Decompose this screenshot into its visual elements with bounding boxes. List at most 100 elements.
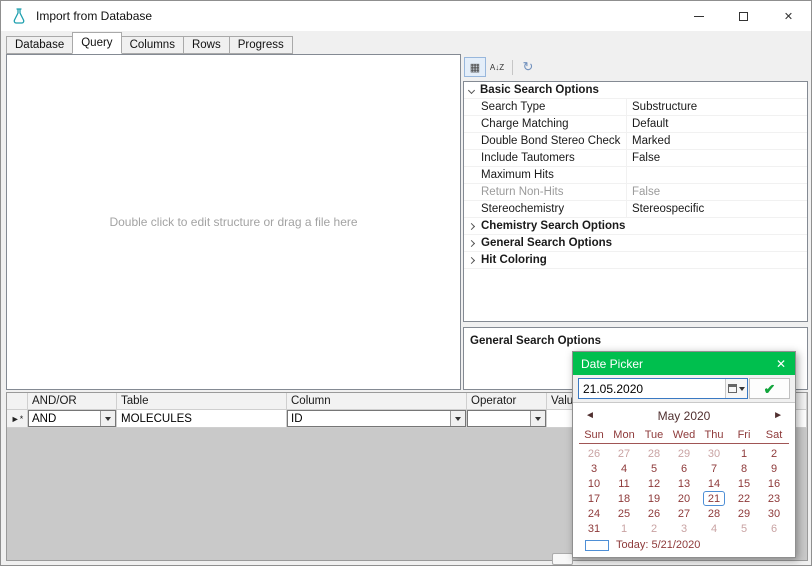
calendar-day[interactable]: 2	[759, 446, 789, 461]
dropdown-arrow-icon[interactable]	[450, 411, 465, 426]
property-value[interactable]: Marked	[627, 135, 807, 147]
calendar-day[interactable]: 13	[669, 476, 699, 491]
calendar-day[interactable]: 26	[639, 506, 669, 521]
column-combobox[interactable]: ID	[287, 410, 466, 427]
calendar-day[interactable]: 6	[759, 521, 789, 536]
prev-month-button[interactable]: ◄	[585, 410, 595, 421]
calendar-day[interactable]: 3	[669, 521, 699, 536]
categorized-view-button[interactable]: ▦	[464, 57, 486, 77]
chevron-right-icon[interactable]	[468, 256, 475, 263]
calendar-day[interactable]: 26	[579, 446, 609, 461]
property-row[interactable]: Double Bond Stereo CheckMarked	[464, 133, 807, 150]
andor-cell[interactable]: AND	[28, 410, 117, 428]
calendar-day[interactable]: 24	[579, 506, 609, 521]
calendar-day[interactable]: 22	[729, 491, 759, 506]
tab-query[interactable]: Query	[72, 32, 121, 54]
calendar-day[interactable]: 1	[609, 521, 639, 536]
property-row[interactable]: Charge MatchingDefault	[464, 116, 807, 133]
property-value[interactable]: Substructure	[627, 101, 807, 113]
title-bar[interactable]: Import from Database ✕	[1, 1, 811, 31]
calendar-today-row[interactable]: Today: 5/21/2020	[585, 539, 795, 551]
tab-progress[interactable]: Progress	[229, 36, 293, 54]
calendar-day[interactable]: 6	[669, 461, 699, 476]
column-header-andor[interactable]: AND/OR	[28, 393, 117, 410]
calendar-day[interactable]: 19	[639, 491, 669, 506]
dropdown-arrow-icon[interactable]	[100, 411, 115, 426]
close-button[interactable]: ✕	[766, 1, 811, 31]
tab-database[interactable]: Database	[6, 36, 73, 54]
operator-combobox[interactable]	[467, 410, 546, 427]
date-input[interactable]: 21.05.2020	[578, 378, 748, 399]
calendar-day[interactable]: 4	[609, 461, 639, 476]
property-value[interactable]: Default	[627, 118, 807, 130]
close-icon[interactable]: ✕	[767, 357, 795, 371]
andor-combobox[interactable]: AND	[28, 410, 116, 427]
property-row[interactable]: Include TautomersFalse	[464, 150, 807, 167]
calendar-day[interactable]: 12	[639, 476, 669, 491]
chevron-right-icon[interactable]	[468, 239, 475, 246]
calendar-day[interactable]: 15	[729, 476, 759, 491]
operator-cell[interactable]	[467, 410, 547, 428]
calendar-day[interactable]: 23	[759, 491, 789, 506]
property-value[interactable]: Stereospecific	[627, 203, 807, 215]
calendar-day[interactable]: 5	[729, 521, 759, 536]
calendar-day[interactable]: 4	[699, 521, 729, 536]
calendar-day[interactable]: 27	[609, 446, 639, 461]
date-picker-titlebar[interactable]: Date Picker ✕	[573, 352, 795, 375]
calendar-day[interactable]: 18	[609, 491, 639, 506]
calendar-day[interactable]: 14	[699, 476, 729, 491]
property-row[interactable]: Maximum Hits	[464, 167, 807, 184]
calendar-day[interactable]: 7	[699, 461, 729, 476]
property-category[interactable]: Chemistry Search Options	[464, 218, 807, 235]
calendar-day[interactable]: 29	[729, 506, 759, 521]
confirm-date-button[interactable]: ✔	[749, 378, 790, 399]
column-header-table[interactable]: Table	[117, 393, 287, 410]
calendar-day[interactable]: 17	[579, 491, 609, 506]
calendar-day[interactable]: 21	[699, 491, 729, 506]
chevron-down-icon[interactable]	[468, 86, 475, 93]
calendar-dropdown-button[interactable]	[725, 379, 747, 398]
property-row[interactable]: Search TypeSubstructure	[464, 99, 807, 116]
month-label[interactable]: May 2020	[595, 409, 773, 423]
calendar-day[interactable]: 2	[639, 521, 669, 536]
calendar-day[interactable]: 16	[759, 476, 789, 491]
calendar-day[interactable]: 20	[669, 491, 699, 506]
chevron-right-icon[interactable]	[468, 222, 475, 229]
calendar-day[interactable]: 28	[699, 506, 729, 521]
calendar-day[interactable]: 27	[669, 506, 699, 521]
tab-rows[interactable]: Rows	[183, 36, 230, 54]
calendar-day[interactable]: 30	[759, 506, 789, 521]
column-cell[interactable]: ID	[287, 410, 467, 428]
calendar-day[interactable]: 30	[699, 446, 729, 461]
alphabetical-sort-button[interactable]: A↓Z	[486, 57, 508, 77]
property-category[interactable]: Basic Search Options	[464, 82, 807, 99]
maximize-button[interactable]	[721, 1, 766, 31]
structure-editor-panel[interactable]: Double click to edit structure or drag a…	[6, 54, 461, 390]
calendar-day[interactable]: 9	[759, 461, 789, 476]
column-header-column[interactable]: Column	[287, 393, 467, 410]
calendar-day[interactable]: 11	[609, 476, 639, 491]
calendar-day[interactable]: 1	[729, 446, 759, 461]
hidden-button-fragment[interactable]	[552, 553, 573, 565]
calendar-day[interactable]: 25	[609, 506, 639, 521]
calendar-day[interactable]: 31	[579, 521, 609, 536]
calendar-day[interactable]: 3	[579, 461, 609, 476]
next-month-button[interactable]: ►	[773, 410, 783, 421]
tab-columns[interactable]: Columns	[121, 36, 184, 54]
property-value[interactable]: False	[627, 186, 807, 198]
calendar-day[interactable]: 5	[639, 461, 669, 476]
column-header-operator[interactable]: Operator	[467, 393, 547, 410]
property-category[interactable]: Hit Coloring	[464, 252, 807, 269]
calendar-day[interactable]: 8	[729, 461, 759, 476]
property-value[interactable]: False	[627, 152, 807, 164]
property-row[interactable]: Return Non-HitsFalse	[464, 184, 807, 201]
calendar-day[interactable]: 28	[639, 446, 669, 461]
calendar-day[interactable]: 10	[579, 476, 609, 491]
calendar-day[interactable]: 29	[669, 446, 699, 461]
property-pages-button[interactable]: ↻	[517, 57, 539, 77]
table-cell[interactable]: MOLECULES	[117, 410, 287, 428]
minimize-button[interactable]	[676, 1, 721, 31]
property-category[interactable]: General Search Options	[464, 235, 807, 252]
dropdown-arrow-icon[interactable]	[530, 411, 545, 426]
property-row[interactable]: StereochemistryStereospecific	[464, 201, 807, 218]
